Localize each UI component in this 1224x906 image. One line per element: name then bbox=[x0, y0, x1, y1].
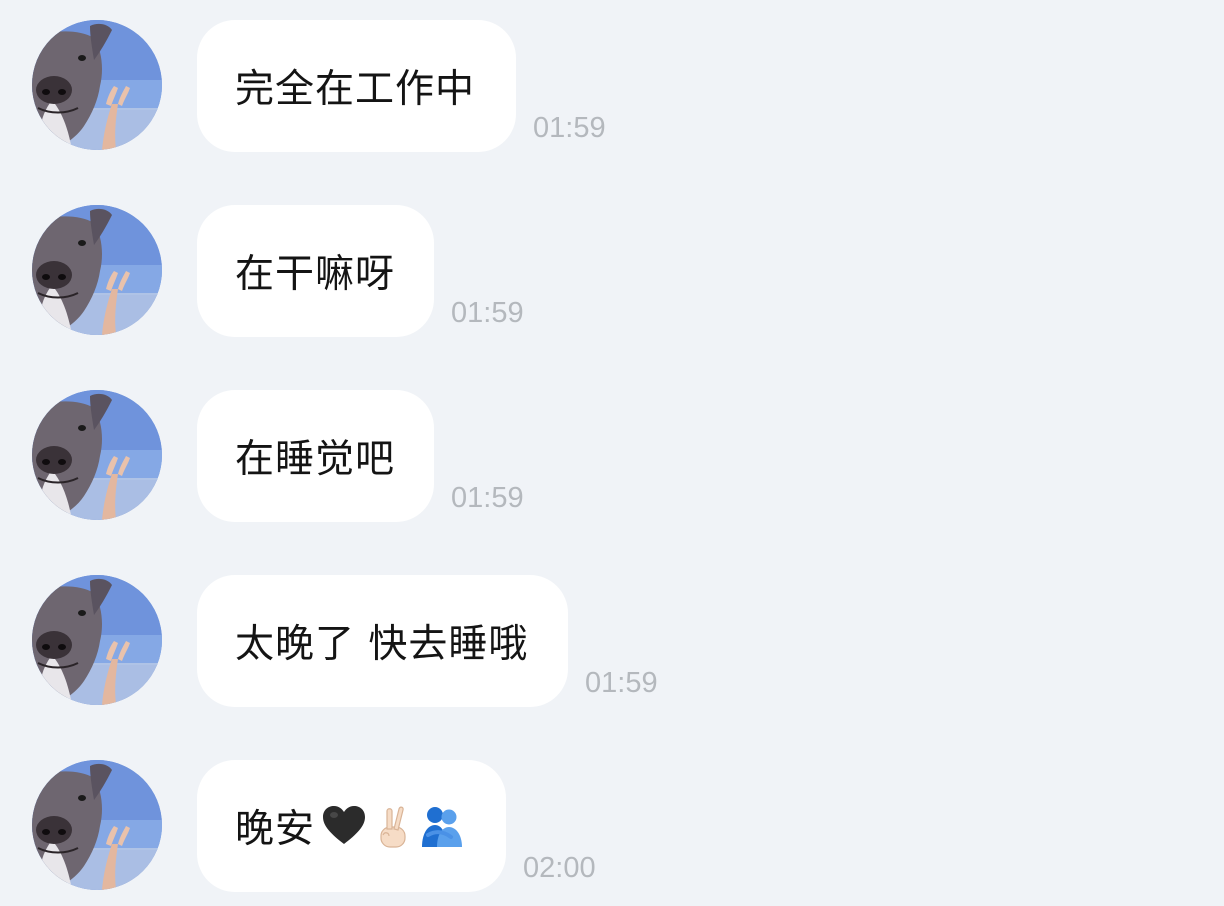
message-text: 完全在工作中 bbox=[235, 67, 476, 112]
message-row: 完全在工作中 01:59 bbox=[0, 20, 1224, 152]
message-bubble[interactable]: 在睡觉吧 bbox=[197, 390, 434, 522]
message-text: 在睡觉吧 bbox=[235, 437, 396, 482]
chat-message-list: 完全在工作中 01:59 在干嘛呀 01:59 在睡觉吧 01:59 太晚了 快… bbox=[0, 0, 1224, 906]
avatar[interactable] bbox=[32, 20, 162, 150]
message-row: 在睡觉吧 01:59 bbox=[0, 390, 1224, 522]
avatar[interactable] bbox=[32, 575, 162, 705]
message-text: 太晚了 快去睡哦 bbox=[235, 622, 529, 667]
message-timestamp: 02:00 bbox=[523, 852, 596, 884]
avatar[interactable] bbox=[32, 760, 162, 890]
message-row: 太晚了 快去睡哦 01:59 bbox=[0, 575, 1224, 707]
avatar[interactable] bbox=[32, 205, 162, 335]
message-text: 在干嘛呀 bbox=[235, 252, 396, 297]
message-bubble[interactable]: 晚安 bbox=[197, 760, 506, 892]
message-bubble[interactable]: 完全在工作中 bbox=[197, 20, 516, 152]
message-text: 晚安 bbox=[235, 807, 316, 852]
message-bubble[interactable]: 太晚了 快去睡哦 bbox=[197, 575, 568, 707]
avatar[interactable] bbox=[32, 390, 162, 520]
people-hugging-icon bbox=[422, 807, 463, 847]
message-timestamp: 01:59 bbox=[451, 297, 524, 329]
black-heart-icon bbox=[323, 806, 366, 844]
message-bubble[interactable]: 在干嘛呀 bbox=[197, 205, 434, 337]
message-row: 晚安 02:00 bbox=[0, 760, 1224, 892]
crossed-fingers-icon bbox=[380, 806, 406, 848]
message-timestamp: 01:59 bbox=[451, 482, 524, 514]
message-timestamp: 01:59 bbox=[533, 112, 606, 144]
message-timestamp: 01:59 bbox=[585, 667, 658, 699]
message-row: 在干嘛呀 01:59 bbox=[0, 205, 1224, 337]
